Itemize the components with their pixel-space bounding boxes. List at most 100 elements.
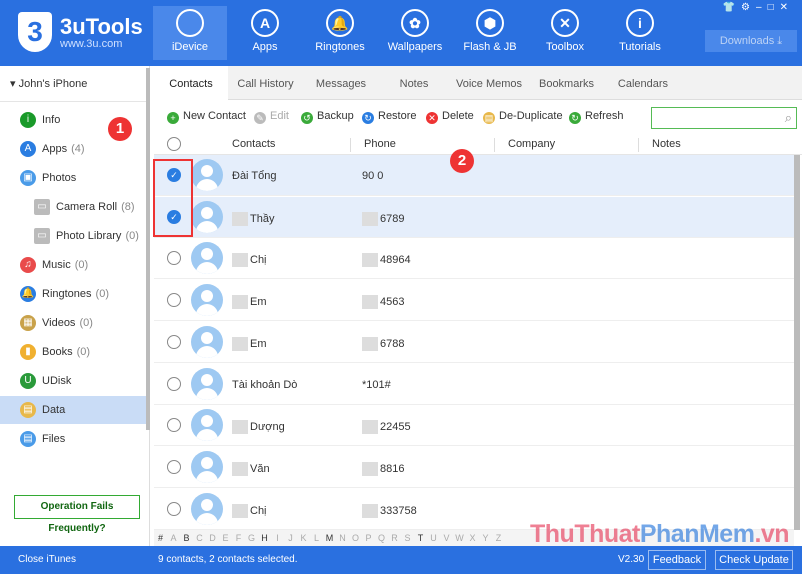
column-company[interactable]: Company xyxy=(508,138,555,150)
sidebar-item-count: (0) xyxy=(95,288,109,300)
search-input[interactable]: ⌕ xyxy=(651,107,797,129)
alphabet-letter-s[interactable]: S xyxy=(401,530,414,546)
button-label: Restore xyxy=(378,110,417,122)
sidebar-item-files[interactable]: ▤ Files xyxy=(0,425,146,453)
alphabet-letter-i[interactable]: I xyxy=(271,530,284,546)
alphabet-letter-g[interactable]: G xyxy=(245,530,258,546)
refresh-button[interactable]: ↻ Refresh xyxy=(569,110,624,124)
row-checkbox[interactable] xyxy=(167,501,181,516)
window-controls[interactable]: 👕⚙–□✕ xyxy=(723,2,794,13)
contact-phone: 333758 xyxy=(362,503,417,518)
new-contact-button[interactable]: + New Contact xyxy=(167,110,246,124)
check-update-button[interactable]: Check Update xyxy=(715,550,793,570)
contact-name: Thầy xyxy=(232,211,274,226)
alphabet-letter-f[interactable]: F xyxy=(232,530,245,546)
table-row[interactable]: Chị 48964 xyxy=(154,238,794,280)
feedback-button[interactable]: Feedback xyxy=(648,550,706,570)
row-checkbox[interactable] xyxy=(167,293,181,308)
alphabet-letter-b[interactable]: B xyxy=(180,530,193,546)
tab-bookmarks[interactable]: Bookmarks xyxy=(529,66,604,100)
row-checkbox[interactable] xyxy=(167,334,181,349)
sidebar-item-videos[interactable]: ▦ Videos (0) xyxy=(0,309,146,337)
tab-call-history[interactable]: Call History xyxy=(228,66,303,100)
operation-fails-button[interactable]: Operation Fails Frequently? xyxy=(14,495,140,534)
nav-icon xyxy=(176,9,204,37)
sidebar-item-photos[interactable]: ▣ Photos xyxy=(0,164,146,192)
alphabet-letter-v[interactable]: V xyxy=(440,530,453,546)
downloads-button[interactable]: Downloads ⤓ xyxy=(705,30,797,52)
files-icon: ▤ xyxy=(20,431,36,448)
alphabet-letter-l[interactable]: L xyxy=(310,530,323,546)
alphabet-letter-a[interactable]: A xyxy=(167,530,180,546)
sidebar-item-ringtones[interactable]: 🔔 Ringtones (0) xyxy=(0,280,146,308)
tab-notes[interactable]: Notes xyxy=(379,66,449,100)
nav-flash-jb[interactable]: ⬢ Flash & JB xyxy=(453,6,527,60)
alphabet-letter-w[interactable]: W xyxy=(453,530,466,546)
alphabet-letter-k[interactable]: K xyxy=(297,530,310,546)
backup-button[interactable]: ↺ Backup xyxy=(301,110,354,124)
sidebar-scrollbar[interactable] xyxy=(146,68,150,430)
alphabet-letter-z[interactable]: Z xyxy=(492,530,505,546)
alphabet-letter-u[interactable]: U xyxy=(427,530,440,546)
delete-button[interactable]: ✕ Delete xyxy=(426,110,474,124)
sidebar-item-udisk[interactable]: U UDisk xyxy=(0,367,146,395)
de-duplicate-button[interactable]: ▤ De-Duplicate xyxy=(483,110,563,124)
select-all-checkbox[interactable] xyxy=(167,137,181,151)
table-row[interactable]: Tài khoản Dò *101# xyxy=(154,364,794,405)
tab-voice-memos[interactable]: Voice Memos xyxy=(449,66,529,100)
alphabet-letter-q[interactable]: Q xyxy=(375,530,388,546)
alphabet-letter-c[interactable]: C xyxy=(193,530,206,546)
alphabet-letter-d[interactable]: D xyxy=(206,530,219,546)
alphabet-letter-n[interactable]: N xyxy=(336,530,349,546)
top-bar: 3 3uTools www.3u.com iDevice A Apps 🔔 Ringto… xyxy=(0,0,802,66)
nav-toolbox[interactable]: ✕ Toolbox xyxy=(528,6,602,60)
alphabet-letter-p[interactable]: P xyxy=(362,530,375,546)
sidebar-item-camera-roll[interactable]: ▭ Camera Roll (8) xyxy=(0,193,146,221)
nav-apps[interactable]: A Apps xyxy=(228,6,302,60)
table-row[interactable]: Em 6788 xyxy=(154,322,794,363)
alphabet-letter-t[interactable]: T xyxy=(414,530,427,546)
sidebar-item-music[interactable]: ♫ Music (0) xyxy=(0,251,146,279)
nav-wallpapers[interactable]: ✿ Wallpapers xyxy=(378,6,452,60)
device-selector[interactable]: ▾ John's iPhone xyxy=(0,66,149,102)
row-checkbox[interactable] xyxy=(167,459,181,474)
row-checkbox[interactable] xyxy=(167,251,181,266)
tab-contacts[interactable]: Contacts xyxy=(154,66,228,101)
column-contacts[interactable]: Contacts xyxy=(232,138,275,150)
column-phone[interactable]: Phone xyxy=(364,138,396,150)
alphabet-letter-hash[interactable]: # xyxy=(154,530,167,546)
contact-phone-text: 6789 xyxy=(380,212,405,225)
alphabet-letter-e[interactable]: E xyxy=(219,530,232,546)
alphabet-letter-r[interactable]: R xyxy=(388,530,401,546)
row-checkbox[interactable] xyxy=(167,418,181,433)
table-row[interactable]: ✓ Đài Tổng 90 0 xyxy=(154,155,794,196)
alphabet-letter-y[interactable]: Y xyxy=(479,530,492,546)
refresh-icon: ↻ xyxy=(569,112,581,124)
restore-button[interactable]: ↻ Restore xyxy=(362,110,417,124)
sidebar-item-data[interactable]: ▤ Data xyxy=(0,396,146,424)
edit-button[interactable]: ✎ Edit xyxy=(254,110,289,124)
close-itunes-button[interactable]: Close iTunes xyxy=(18,554,76,565)
alphabet-letter-o[interactable]: O xyxy=(349,530,362,546)
sidebar-item-photo-library[interactable]: ▭ Photo Library (0) xyxy=(0,222,146,250)
row-checkbox[interactable] xyxy=(167,376,181,391)
tab-calendars[interactable]: Calendars xyxy=(604,66,682,100)
alphabet-letter-j[interactable]: J xyxy=(284,530,297,546)
table-row[interactable]: Văn 8816 xyxy=(154,447,794,488)
alphabet-letter-h[interactable]: H xyxy=(258,530,271,546)
nav-ringtones[interactable]: 🔔 Ringtones xyxy=(303,6,377,60)
table-row[interactable]: ✓ Thầy 6789 xyxy=(154,196,794,238)
sidebar-item-books[interactable]: ▮ Books (0) xyxy=(0,338,146,366)
tab-messages[interactable]: Messages xyxy=(303,66,379,100)
table-row[interactable]: Em 4563 xyxy=(154,280,794,322)
avatar xyxy=(191,242,223,275)
nav-idevice[interactable]: iDevice xyxy=(153,6,227,60)
alphabet-letter-m[interactable]: M xyxy=(323,530,336,546)
alphabet-letter-x[interactable]: X xyxy=(466,530,479,546)
table-row[interactable]: Dượng 22455 xyxy=(154,405,794,447)
list-scrollbar[interactable] xyxy=(794,155,800,530)
column-notes[interactable]: Notes xyxy=(652,138,681,150)
nav-tutorials[interactable]: i Tutorials xyxy=(603,6,677,60)
contact-name: Em xyxy=(232,295,267,310)
sidebar-item-count: (0) xyxy=(125,230,139,242)
